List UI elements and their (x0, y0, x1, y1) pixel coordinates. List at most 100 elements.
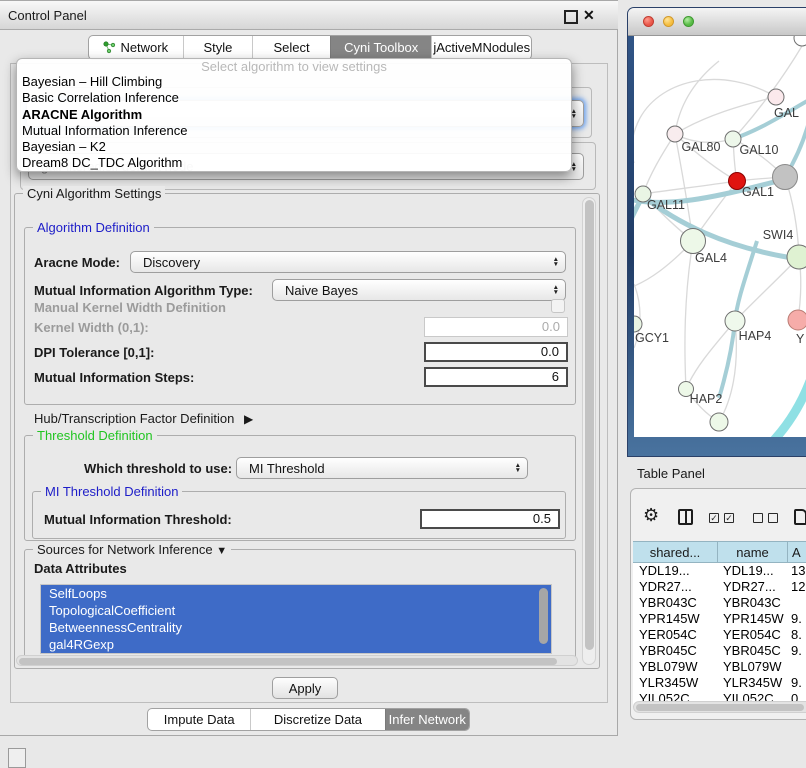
table-row[interactable]: YER054C YER054C 8. (633, 627, 806, 643)
node-gray[interactable] (773, 165, 798, 190)
data-attributes-list[interactable]: SelfLoops TopologicalCoefficient Between… (40, 584, 552, 654)
tab-cyni-toolbox-label: Cyni Toolbox (344, 40, 418, 55)
list-item-betweennesscentrality[interactable]: BetweennessCentrality (41, 619, 551, 636)
tab-style[interactable]: Style (183, 36, 253, 59)
close-icon[interactable]: ✕ (583, 7, 595, 24)
kernel-width-field[interactable]: 0.0 (424, 317, 568, 337)
table-row[interactable]: YDR27... YDR27... 12 (633, 579, 806, 595)
scrollbar-thumb[interactable] (585, 200, 594, 650)
tab-jactivemnodules[interactable]: jActiveMNodules (431, 36, 531, 59)
tab-discretize-data[interactable]: Discretize Data (250, 709, 384, 730)
network-view-window[interactable]: GAL GAL80 GAL10 GAL1 GAL11 GAL4 SWI4 GCY… (628, 8, 806, 456)
scrollbar-thumb[interactable] (19, 658, 557, 665)
node-swi4[interactable] (787, 245, 806, 269)
network-graph: GAL GAL80 GAL10 GAL1 GAL11 GAL4 SWI4 GCY… (634, 36, 806, 437)
cell-shared-name: YDL19... (639, 563, 715, 579)
apply-button[interactable]: Apply (272, 677, 338, 699)
table-row[interactable]: YBR045C YBR045C 9. (633, 643, 806, 659)
cell-name: YLR345W (723, 675, 785, 691)
combo-arrows-icon: ▲▼ (553, 285, 559, 295)
list-item-gal4rgexp[interactable]: gal4RGexp (41, 636, 551, 653)
table-horizontal-scrollbar[interactable] (633, 701, 806, 713)
settings-vertical-scrollbar[interactable] (582, 197, 596, 665)
settings-horizontal-scrollbar[interactable] (16, 655, 578, 666)
popup-item-basic-correlation[interactable]: Basic Correlation Inference (17, 90, 571, 106)
mi-steps-label: Mutual Information Steps: (34, 370, 194, 385)
popup-item-bayesian-hill-climbing[interactable]: Bayesian – Hill Climbing (17, 74, 571, 90)
table-panel-title: Table Panel (637, 466, 705, 481)
which-threshold-label: Which threshold to use: (84, 461, 232, 476)
table-row[interactable]: YPR145W YPR145W 9. (633, 611, 806, 627)
tab-select-label: Select (274, 40, 310, 55)
cell-shared-name: YBR043C (639, 595, 715, 611)
node-hap4[interactable] (725, 311, 745, 331)
panel-title: Control Panel (8, 8, 87, 23)
node-gal[interactable] (768, 89, 784, 105)
hub-definition-toggle[interactable]: Hub/Transcription Factor Definition ▶ (34, 411, 253, 426)
table-row[interactable]: YBL079W YBL079W (633, 659, 806, 675)
select-all-checkbox-icon[interactable]: ✓ (724, 513, 734, 523)
scrollbar-thumb[interactable] (636, 704, 804, 711)
aracne-mode-combobox[interactable]: Discovery ▲▼ (130, 251, 566, 273)
node-gcy1[interactable] (634, 316, 642, 332)
popup-item-bayesian-k2[interactable]: Bayesian – K2 (17, 139, 571, 155)
table-row[interactable]: YDL19... YDL19... 13 (633, 563, 806, 579)
which-threshold-combobox[interactable]: MI Threshold ▲▼ (236, 457, 528, 479)
network-canvas[interactable]: GAL GAL80 GAL10 GAL1 GAL11 GAL4 SWI4 GCY… (634, 36, 806, 437)
table-row[interactable]: YLR345W YLR345W 9. (633, 675, 806, 691)
cell-value: 13 (791, 563, 806, 579)
network-window-titlebar[interactable] (628, 8, 806, 36)
column-header-partial[interactable]: A (788, 541, 806, 563)
kernel-width-label: Kernel Width (0,1): (34, 320, 149, 335)
table-row[interactable]: YBR043C YBR043C (633, 595, 806, 611)
cell-name: YBL079W (723, 659, 785, 675)
tab-network-label: Network (120, 40, 168, 55)
minimize-traffic-light-icon[interactable] (663, 16, 674, 27)
node-green-bottom[interactable] (710, 413, 728, 431)
cell-name: YPR145W (723, 611, 785, 627)
node-gal4[interactable] (681, 229, 706, 254)
popup-item-mutual-information[interactable]: Mutual Information Inference (17, 123, 571, 139)
float-window-icon[interactable] (564, 10, 578, 24)
deselect-all-checkbox-icon[interactable] (753, 513, 763, 523)
list-item-selfloops[interactable]: SelfLoops (41, 585, 551, 602)
columns-icon[interactable] (678, 509, 693, 525)
mi-threshold-field[interactable]: 0.5 (420, 509, 560, 529)
close-traffic-light-icon[interactable] (643, 16, 654, 27)
popup-item-aracne[interactable]: ARACNE Algorithm (17, 107, 571, 123)
popup-item-dream8[interactable]: Dream8 DC_TDC Algorithm (17, 155, 571, 171)
table-panel: ⚙ ✓ ✓ shared... name A YDL19... YDL19...… (630, 488, 806, 720)
sources-group-title[interactable]: Sources for Network Inference ▼ (33, 542, 231, 557)
cell-value: 9. (791, 643, 806, 659)
node-label: GCY1 (635, 331, 669, 345)
algorithm-dropdown-popup: Select algorithm to view settings Bayesi… (16, 58, 572, 172)
tab-infer-network[interactable]: Infer Network (385, 709, 469, 730)
node-unlabeled[interactable] (794, 36, 806, 46)
mi-steps-field[interactable]: 6 (424, 367, 568, 387)
combo-arrows-icon: ▲▼ (553, 257, 559, 267)
list-item-topologicalcoefficient[interactable]: TopologicalCoefficient (41, 602, 551, 619)
cell-value: 12 (791, 579, 806, 595)
tab-select[interactable]: Select (252, 36, 330, 59)
mi-type-combobox[interactable]: Naive Bayes ▲▼ (272, 279, 566, 301)
node-label: SWI4 (763, 228, 794, 242)
node-label: GAL80 (682, 140, 721, 154)
dpi-tolerance-field[interactable]: 0.0 (424, 342, 568, 362)
tab-impute-data[interactable]: Impute Data (148, 709, 250, 730)
column-header-shared-name[interactable]: shared... (633, 541, 718, 563)
minimized-panel-icon[interactable] (8, 748, 26, 768)
gear-icon[interactable]: ⚙ (643, 505, 659, 526)
tab-cyni-toolbox[interactable]: Cyni Toolbox (330, 36, 432, 59)
list-scrollbar-thumb[interactable] (539, 588, 548, 644)
document-icon[interactable] (794, 509, 806, 525)
cell-value: 9. (791, 675, 806, 691)
select-all-checkbox-icon[interactable]: ✓ (709, 513, 719, 523)
column-header-name[interactable]: name (718, 541, 788, 563)
manual-kernel-checkbox[interactable] (551, 299, 565, 313)
zoom-traffic-light-icon[interactable] (683, 16, 694, 27)
deselect-all-checkbox-icon[interactable] (768, 513, 778, 523)
cell-value: 8. (791, 627, 806, 643)
tab-network[interactable]: Network (89, 36, 183, 59)
node-y[interactable] (788, 310, 806, 330)
control-panel-tabbar: Network Style Select Cyni Toolbox jActiv… (88, 35, 532, 60)
